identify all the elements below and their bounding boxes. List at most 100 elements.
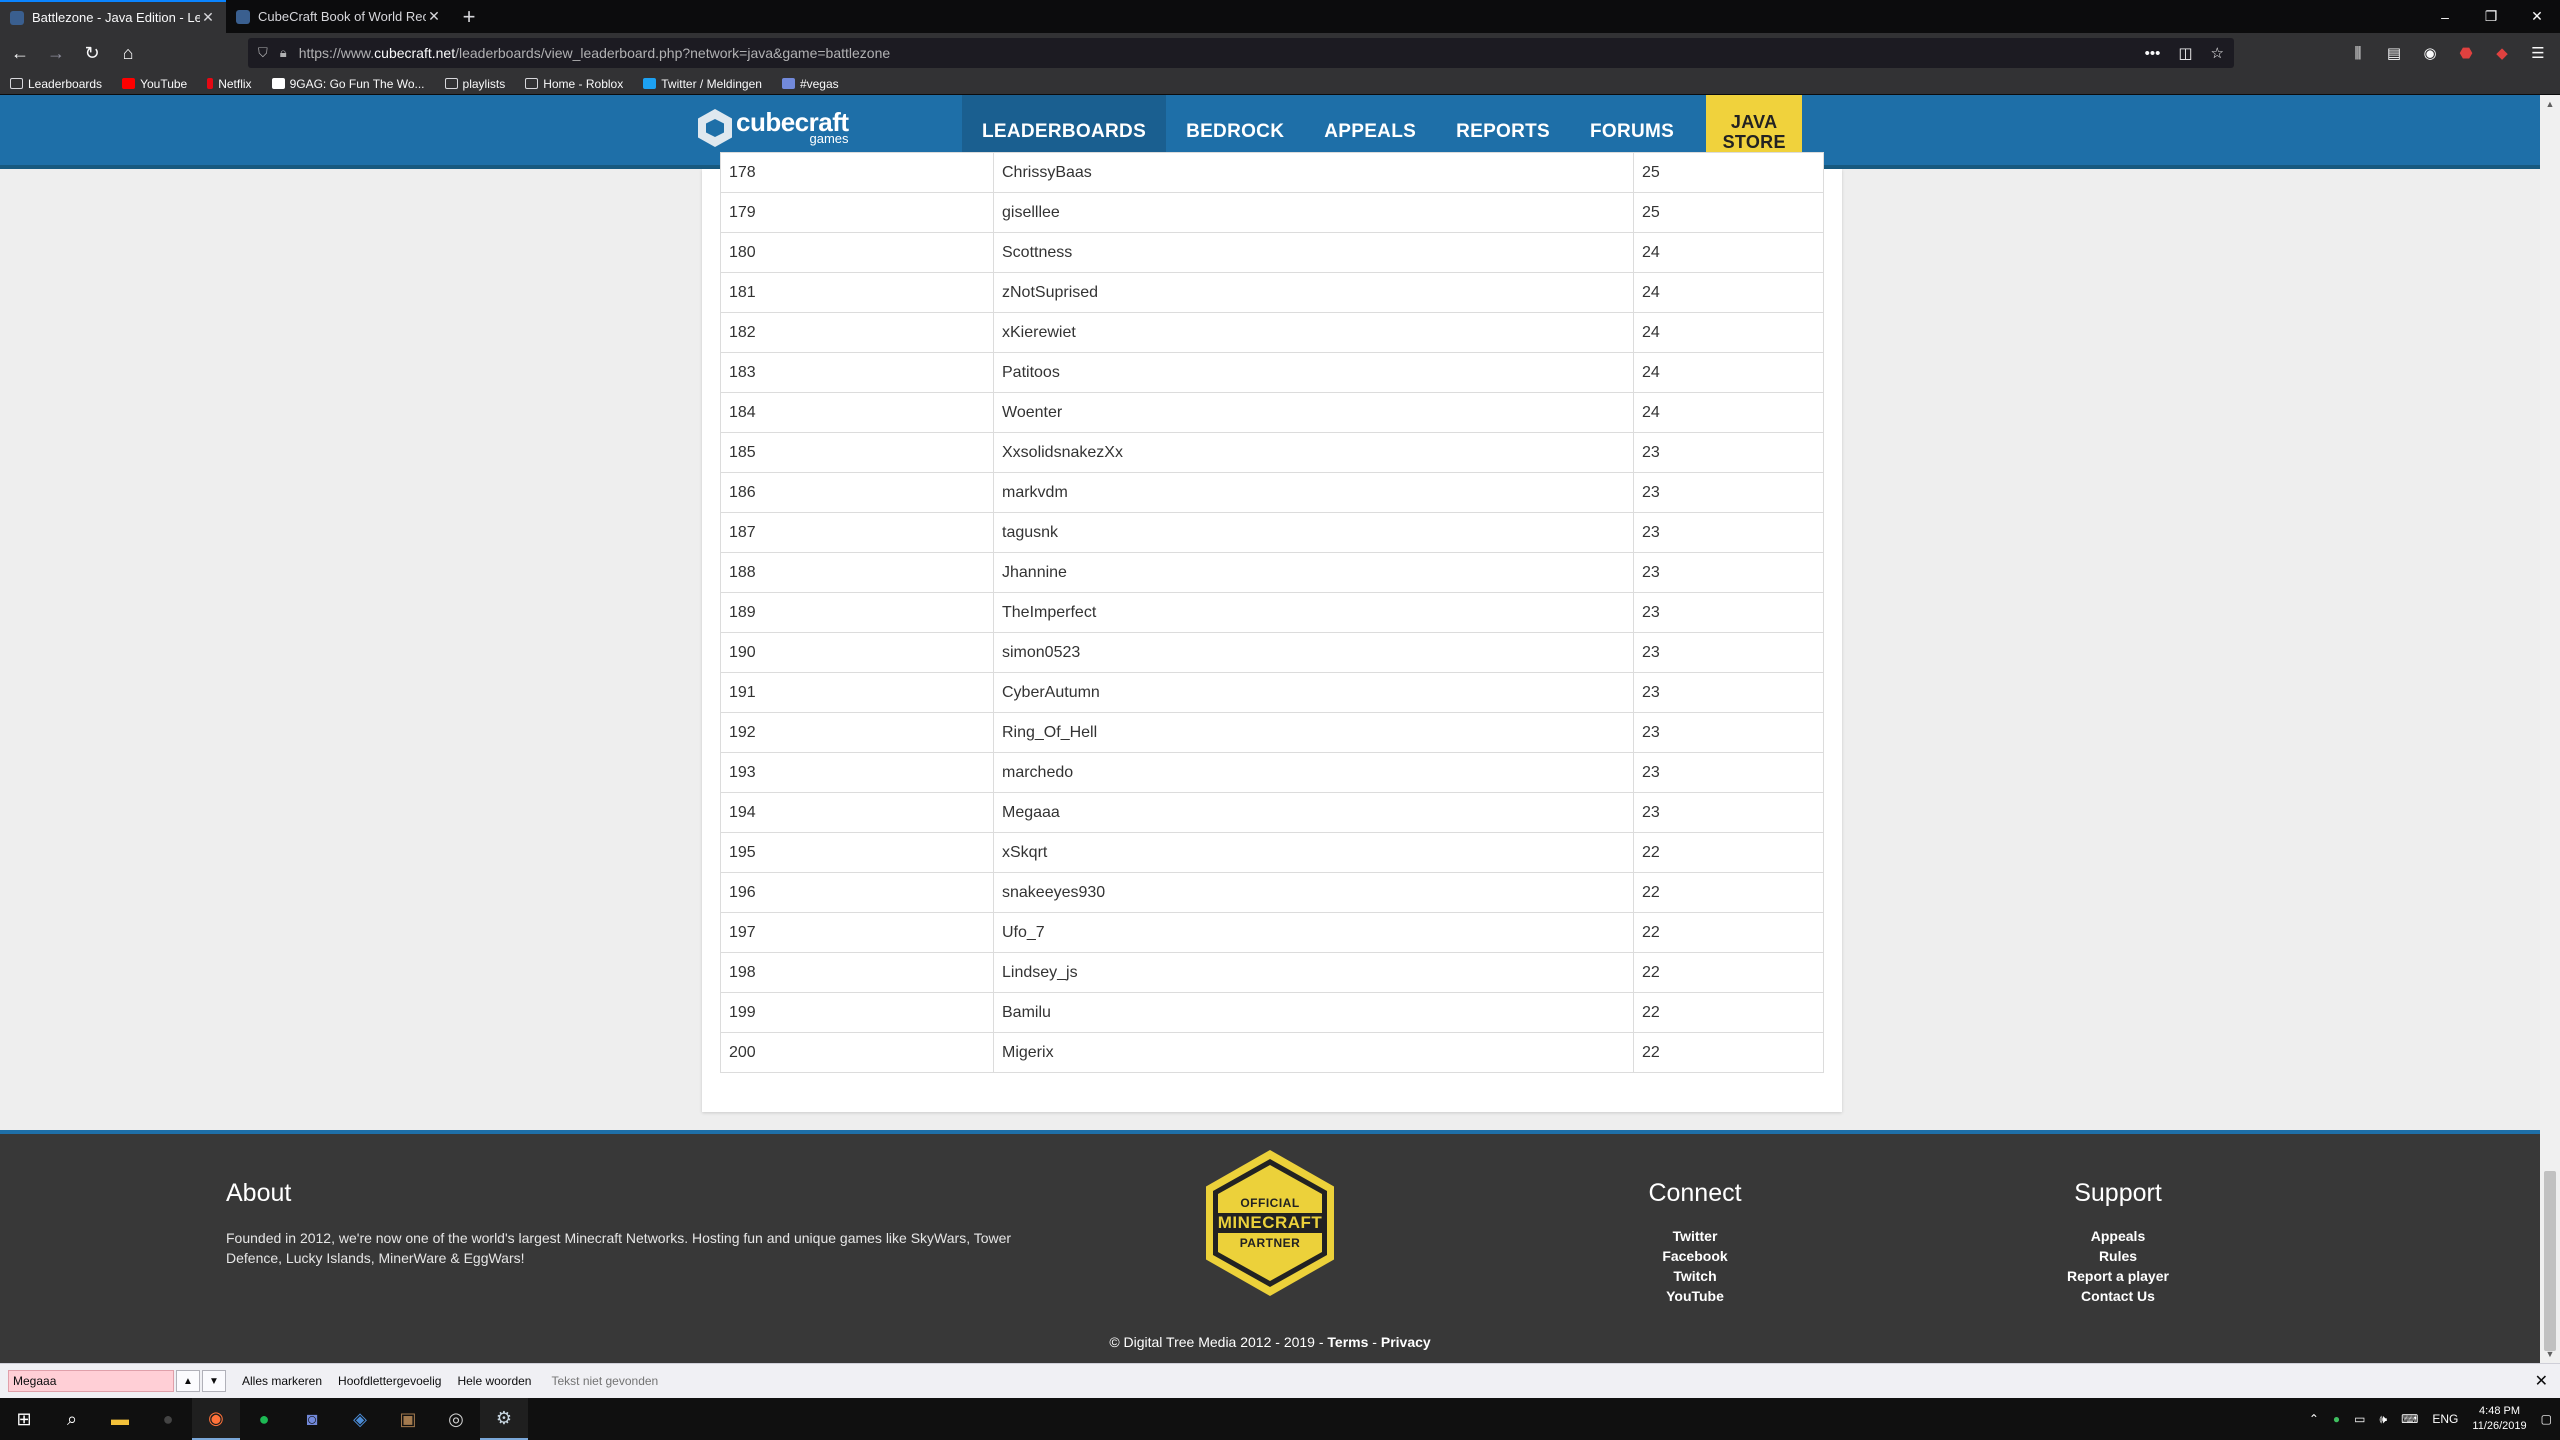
new-tab-button[interactable]: + xyxy=(452,0,486,33)
extension-icon[interactable]: ◆ xyxy=(2488,44,2516,62)
clock[interactable]: 4:48 PM 11/26/2019 xyxy=(2472,1404,2526,1434)
adblock-icon[interactable]: ⬣ xyxy=(2452,44,2480,62)
tray-status-icon[interactable]: ● xyxy=(2333,1412,2340,1426)
tracking-shield-icon[interactable]: ⛉ xyxy=(258,45,268,61)
support-report-link[interactable]: Report a player xyxy=(1988,1266,2248,1286)
bookmark-9gag[interactable]: 9GAG: Go Fun The Wo... xyxy=(271,77,425,91)
connect-youtube-link[interactable]: YouTube xyxy=(1565,1286,1825,1306)
find-next-icon[interactable]: ▼ xyxy=(202,1370,226,1392)
home-icon[interactable]: ⌂ xyxy=(112,37,144,69)
minecraft-launcher-icon[interactable]: ◈ xyxy=(336,1398,384,1440)
back-icon[interactable]: ← xyxy=(4,37,36,69)
badge-minecraft: MINECRAFT xyxy=(1218,1213,1322,1233)
close-window-icon[interactable]: ✕ xyxy=(2514,0,2560,33)
match-case-toggle[interactable]: Hoofdlettergevoelig xyxy=(338,1374,441,1388)
close-findbar-icon[interactable]: ✕ xyxy=(2535,1371,2548,1391)
language-indicator[interactable]: ENG xyxy=(2432,1412,2458,1426)
reload-icon[interactable]: ↻ xyxy=(76,37,108,69)
scroll-up-icon[interactable]: ▲ xyxy=(2540,99,2560,109)
bookmark-youtube[interactable]: YouTube xyxy=(122,77,187,91)
privacy-link[interactable]: Privacy xyxy=(1381,1334,1431,1350)
bookmark-netflix[interactable]: Netflix xyxy=(207,77,252,91)
browser-tab-battlezone[interactable]: Battlezone - Java Edition - Lead ✕ xyxy=(0,0,226,33)
bookmark-leaderboards[interactable]: Leaderboards xyxy=(10,77,102,91)
library-icon[interactable]: ⫼ xyxy=(2344,45,2372,62)
rank-cell: 187 xyxy=(720,512,994,553)
obs-icon[interactable]: ◎ xyxy=(432,1398,480,1440)
rank-cell: 180 xyxy=(720,232,994,273)
app-icon[interactable]: ● xyxy=(144,1398,192,1440)
table-row: 193 marchedo 23 xyxy=(720,752,1824,793)
table-row: 192 Ring_Of_Hell 23 xyxy=(720,712,1824,753)
table-row: 197 Ufo_7 22 xyxy=(720,912,1824,953)
address-bar[interactable]: ⛉ 🔒︎ https://www.cubecraft.net/leaderboa… xyxy=(248,38,2234,68)
close-tab-icon[interactable]: ✕ xyxy=(426,8,442,25)
highlight-all-toggle[interactable]: Alles markeren xyxy=(242,1374,322,1388)
volume-icon[interactable]: 🕪︎ xyxy=(2380,1412,2388,1427)
page-icon xyxy=(525,78,539,89)
page-actions-icon[interactable]: ••• xyxy=(2145,45,2161,62)
scrollbar-thumb[interactable] xyxy=(2544,1171,2556,1351)
player-name-cell: Lindsey_js xyxy=(993,952,1634,993)
windows-taskbar: ⊞ ⌕ ▬ ● ◉ ● ◙ ◈ ▣ ◎ ⚙ ⌃ ● ▭ 🕪︎ ⌨ ENG 4:4… xyxy=(0,1398,2560,1440)
bookmark-vegas[interactable]: #vegas xyxy=(781,76,839,91)
score-cell: 23 xyxy=(1633,712,1824,753)
support-rules-link[interactable]: Rules xyxy=(1988,1246,2248,1266)
bookmark-roblox[interactable]: Home - Roblox xyxy=(525,77,623,91)
rank-cell: 195 xyxy=(720,832,994,873)
connect-twitter-link[interactable]: Twitter xyxy=(1565,1226,1825,1246)
rank-cell: 191 xyxy=(720,672,994,713)
url-domain: cubecraft.net xyxy=(374,45,456,61)
bookmark-playlists[interactable]: playlists xyxy=(444,77,505,91)
minecraft-icon[interactable]: ▣ xyxy=(384,1398,432,1440)
discord-icon[interactable]: ◙ xyxy=(288,1398,336,1440)
network-icon[interactable]: ▭ xyxy=(2354,1412,2365,1426)
file-explorer-icon[interactable]: ▬ xyxy=(96,1398,144,1440)
bookmark-label: Home - Roblox xyxy=(543,76,624,91)
forward-icon[interactable]: → xyxy=(40,37,72,69)
browser-tab-book-of-records[interactable]: CubeCraft Book of World Reco ✕ xyxy=(226,0,452,33)
restore-icon[interactable]: ❐ xyxy=(2468,0,2514,33)
page-scrollbar[interactable]: ▲ ▼ xyxy=(2540,95,2560,1363)
support-appeals-link[interactable]: Appeals xyxy=(1988,1226,2248,1246)
url-text[interactable]: https://www.cubecraft.net/leaderboards/v… xyxy=(299,45,890,61)
terms-link[interactable]: Terms xyxy=(1327,1334,1368,1350)
keyboard-icon[interactable]: ⌨ xyxy=(2401,1412,2418,1426)
cubecraft-logo[interactable]: cubecraft games xyxy=(698,109,849,147)
rank-cell: 184 xyxy=(720,392,994,433)
whole-words-toggle[interactable]: Hele woorden xyxy=(457,1374,531,1388)
menu-icon[interactable]: ☰ xyxy=(2524,44,2552,62)
scroll-down-icon[interactable]: ▼ xyxy=(2540,1349,2560,1359)
rank-cell: 189 xyxy=(720,592,994,633)
tray-expand-icon[interactable]: ⌃ xyxy=(2309,1412,2319,1426)
minimize-icon[interactable]: – xyxy=(2422,0,2468,33)
player-name-cell: TheImperfect xyxy=(993,592,1634,633)
support-contact-link[interactable]: Contact Us xyxy=(1988,1286,2248,1306)
connect-facebook-link[interactable]: Facebook xyxy=(1565,1246,1825,1266)
pocket-icon[interactable]: ◫ xyxy=(2178,44,2192,62)
sidebar-icon[interactable]: ▤ xyxy=(2380,44,2408,62)
notifications-icon[interactable]: ▢ xyxy=(2541,1412,2552,1426)
steam-icon[interactable]: ⚙ xyxy=(480,1398,528,1440)
score-cell: 24 xyxy=(1633,272,1824,313)
firefox-icon[interactable]: ◉ xyxy=(192,1398,240,1440)
find-input[interactable] xyxy=(8,1370,174,1392)
close-tab-icon[interactable]: ✕ xyxy=(200,9,216,26)
score-cell: 22 xyxy=(1633,832,1824,873)
browser-nav-bar: ← → ↻ ⌂ ⛉ 🔒︎ https://www.cubecraft.net/l… xyxy=(0,33,2560,73)
rank-cell: 181 xyxy=(720,272,994,313)
store-line-2: STORE xyxy=(1722,132,1786,152)
bookmark-twitter[interactable]: Twitter / Meldingen xyxy=(643,77,762,91)
spotify-icon[interactable]: ● xyxy=(240,1398,288,1440)
start-windows-icon[interactable]: ⊞ xyxy=(0,1398,48,1440)
bookmark-label: #vegas xyxy=(799,76,839,91)
table-row: 183 Patitoos 24 xyxy=(720,352,1824,393)
connect-twitch-link[interactable]: Twitch xyxy=(1565,1266,1825,1286)
lock-icon[interactable]: 🔒︎ xyxy=(280,45,287,61)
search-icon[interactable]: ⌕ xyxy=(48,1398,96,1440)
account-icon[interactable]: ◉ xyxy=(2416,44,2444,62)
find-previous-icon[interactable]: ▲ xyxy=(176,1370,200,1392)
badge-partner: PARTNER xyxy=(1239,1236,1301,1250)
bookmark-star-icon[interactable]: ☆ xyxy=(2211,44,2224,62)
table-row: 190 simon0523 23 xyxy=(720,632,1824,673)
